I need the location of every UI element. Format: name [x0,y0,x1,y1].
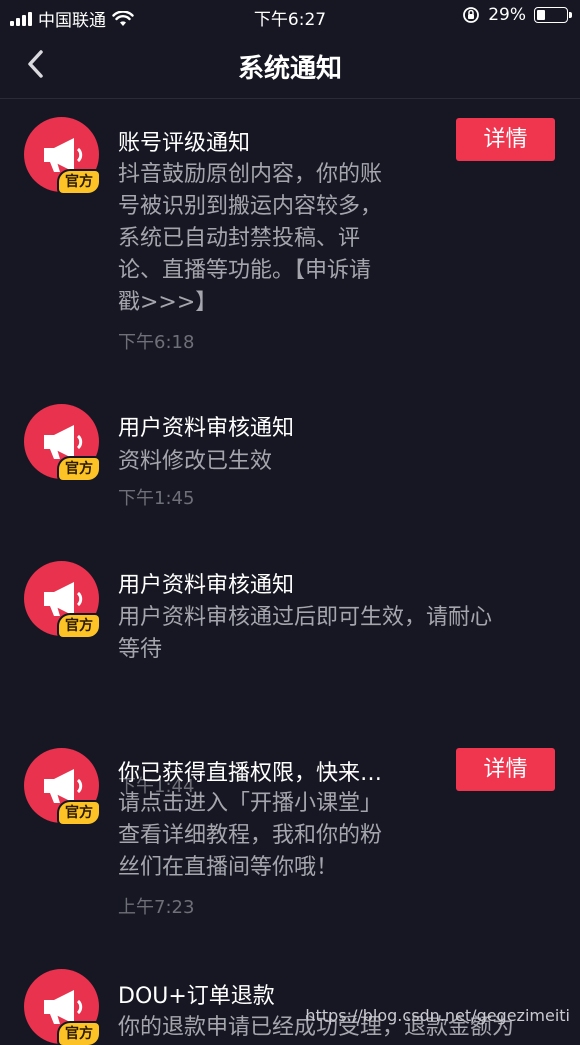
official-badge: 官方 [59,458,99,480]
notification-time: 上午7:23 [118,897,195,918]
megaphone-icon [43,137,82,172]
official-badge: 官方 [59,615,99,637]
notification-title: 你已获得直播权限，快来… [118,761,383,786]
notification-body: 请点击进入「开播小课堂」 查看详细教程，我和你的粉 丝们在直播间等你哦！ [118,788,382,884]
battery-icon [534,7,572,23]
body-line: 抖音鼓励原创内容，你的账 [118,162,383,187]
battery-percent: 29% [488,5,526,25]
notification-title: 账号评级通知 [118,131,251,156]
official-avatar: 官方 [24,404,99,480]
page-title: 系统通知 [237,54,342,84]
notification-title: DOU+订单退款 [118,984,275,1009]
official-avatar: 官方 [24,969,99,1045]
body-line: 用户资料审核通过后即可生效，请耐心 [118,605,493,630]
watermark-url: https://blog.csdn.net/gegezimeiti [305,1006,570,1025]
official-avatar: 官方 [24,561,99,637]
details-button[interactable]: 详情 [456,748,555,791]
notification-title: 用户资料审核通知 [118,573,295,598]
status-bar: 中国联通 下午6:27 29% [0,0,580,32]
nav-header: 系统通知 [0,32,580,99]
notification-title: 用户资料审核通知 [118,416,295,441]
official-avatar: 官方 [24,748,99,824]
body-line: 论、直播等功能。【申诉请 [118,258,372,283]
body-line: 查看详细教程，我和你的粉 [118,823,383,848]
body-line: 号被识别到搬运内容较多， [118,194,383,219]
megaphone-icon [43,768,82,803]
official-avatar: 官方 [24,117,99,193]
official-badge: 官方 [59,802,99,824]
notification-time: 下午6:18 [118,332,195,353]
body-line: 丝们在直播间等你哦！ [118,855,339,880]
megaphone-icon [43,989,82,1024]
body-line: 系统已自动封禁投稿、评 [118,226,361,251]
appeal-link[interactable]: 戳>>>】 [118,287,382,319]
body-line: 请点击进入「开播小课堂」 [118,791,383,816]
official-badge: 官方 [59,1023,99,1045]
body-line: 等待 [118,637,163,662]
official-badge: 官方 [59,171,99,193]
rotation-lock-icon [463,7,480,23]
notification-body: 抖音鼓励原创内容，你的账 号被识别到搬运内容较多， 系统已自动封禁投稿、评 论、… [118,159,382,319]
details-button[interactable]: 详情 [456,118,555,161]
notification-body: 资料修改已生效 [118,446,272,478]
notification-body: 用户资料审核通过后即可生效，请耐心 等待 [118,602,492,666]
megaphone-icon [43,581,82,616]
notification-time: 下午1:45 [118,488,195,509]
body-line: 资料修改已生效 [118,449,273,474]
megaphone-icon [43,424,82,459]
